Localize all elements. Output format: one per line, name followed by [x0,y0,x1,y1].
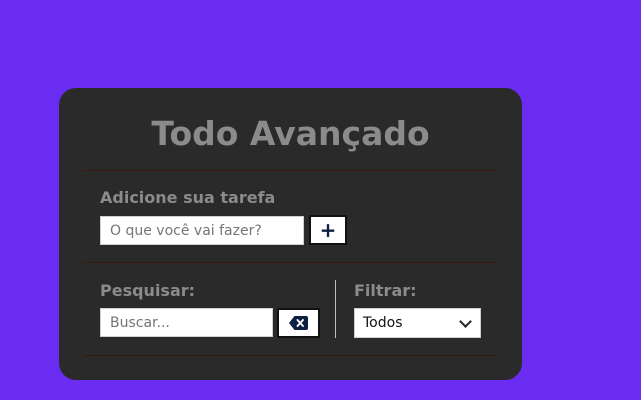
task-input[interactable] [100,216,304,245]
vertical-separator [335,280,336,338]
filter-label: Filtrar: [354,281,417,300]
search-label: Pesquisar: [100,281,196,300]
add-task-label: Adicione sua tarefa [100,188,276,207]
page-title: Todo Avançado [151,114,430,153]
chevron-down-icon [459,314,472,328]
divider-middle [83,262,497,263]
search-input[interactable] [100,308,273,337]
add-task-button[interactable]: + [309,215,347,245]
plus-label: + [319,218,337,242]
filter-select[interactable]: Todos [354,308,481,338]
divider-top [83,170,497,171]
todo-card: Todo Avançado Adicione sua tarefa + Pesq… [59,88,522,380]
filter-selected-value: Todos [363,315,403,331]
backspace-icon [289,316,308,330]
divider-bottom [83,355,497,356]
clear-search-button[interactable] [277,308,320,338]
